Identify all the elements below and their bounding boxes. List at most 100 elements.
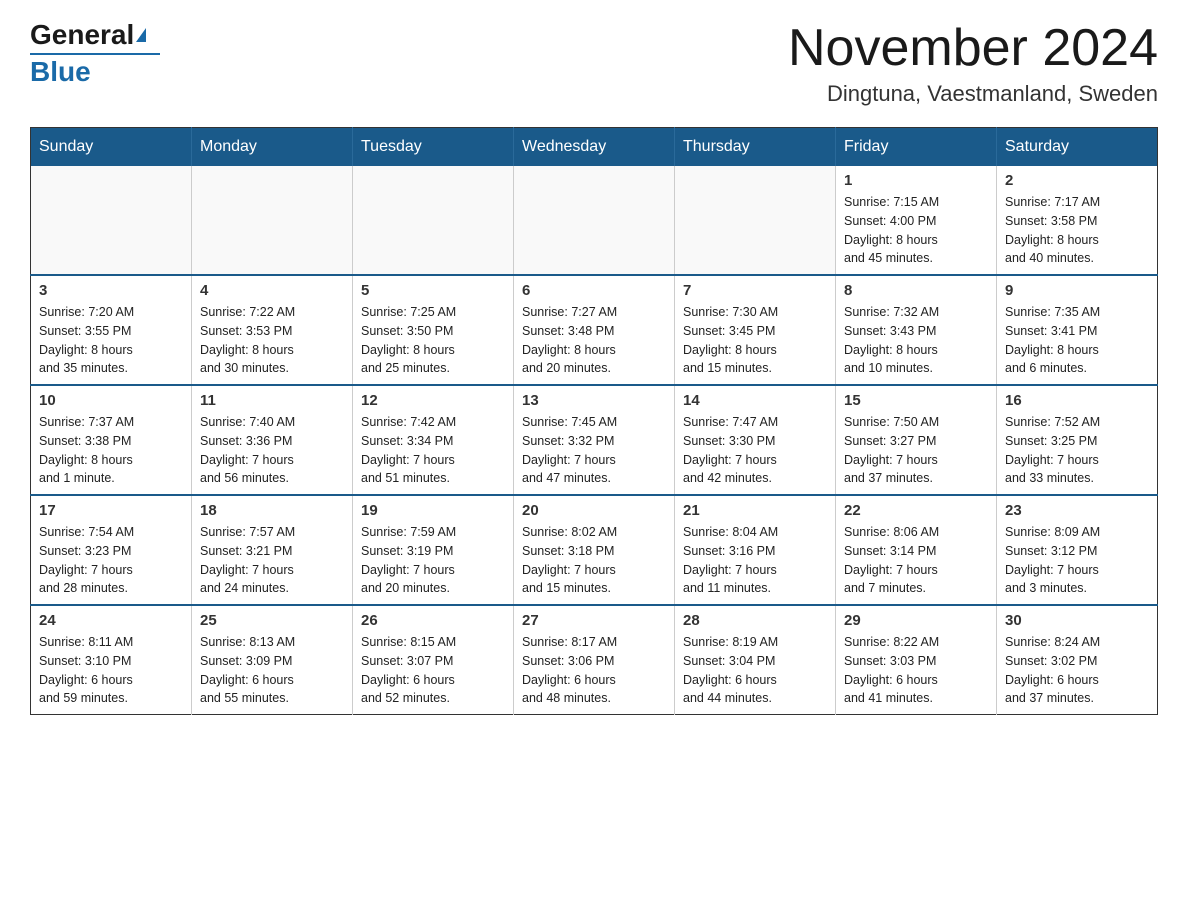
calendar-cell: 23 Sunrise: 8:09 AMSunset: 3:12 PMDayligh… (997, 495, 1158, 605)
day-info: Sunrise: 8:19 AMSunset: 3:04 PMDaylight:… (683, 633, 827, 708)
day-number: 18 (200, 502, 344, 519)
day-number: 8 (844, 282, 988, 299)
day-info: Sunrise: 7:47 AMSunset: 3:30 PMDaylight:… (683, 413, 827, 488)
day-number: 16 (1005, 392, 1149, 409)
day-info: Sunrise: 7:59 AMSunset: 3:19 PMDaylight:… (361, 523, 505, 598)
weekday-header-sunday: Sunday (31, 128, 192, 167)
calendar-cell: 5 Sunrise: 7:25 AMSunset: 3:50 PMDaylight… (353, 275, 514, 385)
day-number: 5 (361, 282, 505, 299)
calendar-cell (192, 166, 353, 275)
page-header: General Blue November 2024 Dingtuna, Vae… (30, 20, 1158, 107)
day-info: Sunrise: 7:37 AMSunset: 3:38 PMDaylight:… (39, 413, 183, 488)
logo-blue: Blue (30, 57, 91, 88)
calendar-cell: 27 Sunrise: 8:17 AMSunset: 3:06 PMDayligh… (514, 605, 675, 715)
weekday-header-saturday: Saturday (997, 128, 1158, 167)
day-number: 24 (39, 612, 183, 629)
day-number: 4 (200, 282, 344, 299)
day-info: Sunrise: 8:02 AMSunset: 3:18 PMDaylight:… (522, 523, 666, 598)
calendar-cell (31, 166, 192, 275)
calendar-week-1: 1 Sunrise: 7:15 AMSunset: 4:00 PMDaylight… (31, 166, 1158, 275)
day-number: 11 (200, 392, 344, 409)
calendar-cell: 13Sunrise: 7:45 AMSunset: 3:32 PMDayligh… (514, 385, 675, 495)
calendar-cell: 20 Sunrise: 8:02 AMSunset: 3:18 PMDayligh… (514, 495, 675, 605)
day-info: Sunrise: 8:17 AMSunset: 3:06 PMDaylight:… (522, 633, 666, 708)
calendar-cell: 28 Sunrise: 8:19 AMSunset: 3:04 PMDayligh… (675, 605, 836, 715)
day-number: 21 (683, 502, 827, 519)
weekday-header-monday: Monday (192, 128, 353, 167)
day-info: Sunrise: 7:50 AMSunset: 3:27 PMDaylight:… (844, 413, 988, 488)
day-info: Sunrise: 8:24 AMSunset: 3:02 PMDaylight:… (1005, 633, 1149, 708)
day-info: Sunrise: 7:15 AMSunset: 4:00 PMDaylight:… (844, 193, 988, 268)
day-info: Sunrise: 7:30 AMSunset: 3:45 PMDaylight:… (683, 303, 827, 378)
calendar-cell: 6 Sunrise: 7:27 AMSunset: 3:48 PMDaylight… (514, 275, 675, 385)
calendar-cell (353, 166, 514, 275)
day-number: 1 (844, 172, 988, 189)
calendar-cell: 29 Sunrise: 8:22 AMSunset: 3:03 PMDayligh… (836, 605, 997, 715)
weekday-header-friday: Friday (836, 128, 997, 167)
day-number: 26 (361, 612, 505, 629)
day-number: 20 (522, 502, 666, 519)
calendar-cell: 12Sunrise: 7:42 AMSunset: 3:34 PMDayligh… (353, 385, 514, 495)
day-number: 28 (683, 612, 827, 629)
logo-general: General (30, 20, 134, 51)
title-block: November 2024 Dingtuna, Vaestmanland, Sw… (788, 20, 1158, 107)
day-number: 2 (1005, 172, 1149, 189)
day-info: Sunrise: 7:54 AMSunset: 3:23 PMDaylight:… (39, 523, 183, 598)
logo-triangle-icon (136, 28, 146, 42)
calendar-cell: 7 Sunrise: 7:30 AMSunset: 3:45 PMDaylight… (675, 275, 836, 385)
calendar-cell: 1 Sunrise: 7:15 AMSunset: 4:00 PMDaylight… (836, 166, 997, 275)
day-number: 17 (39, 502, 183, 519)
day-number: 25 (200, 612, 344, 629)
calendar-cell: 3Sunrise: 7:20 AMSunset: 3:55 PMDaylight… (31, 275, 192, 385)
calendar-cell: 17 Sunrise: 7:54 AMSunset: 3:23 PMDayligh… (31, 495, 192, 605)
day-info: Sunrise: 7:25 AMSunset: 3:50 PMDaylight:… (361, 303, 505, 378)
calendar-cell: 30 Sunrise: 8:24 AMSunset: 3:02 PMDayligh… (997, 605, 1158, 715)
day-info: Sunrise: 8:15 AMSunset: 3:07 PMDaylight:… (361, 633, 505, 708)
day-info: Sunrise: 7:40 AMSunset: 3:36 PMDaylight:… (200, 413, 344, 488)
calendar-cell: 21Sunrise: 8:04 AMSunset: 3:16 PMDayligh… (675, 495, 836, 605)
calendar-week-2: 3Sunrise: 7:20 AMSunset: 3:55 PMDaylight… (31, 275, 1158, 385)
day-number: 13 (522, 392, 666, 409)
calendar-cell: 2Sunrise: 7:17 AMSunset: 3:58 PMDaylight… (997, 166, 1158, 275)
day-number: 22 (844, 502, 988, 519)
calendar-cell: 8Sunrise: 7:32 AMSunset: 3:43 PMDaylight… (836, 275, 997, 385)
day-number: 27 (522, 612, 666, 629)
day-info: Sunrise: 8:06 AMSunset: 3:14 PMDaylight:… (844, 523, 988, 598)
day-info: Sunrise: 7:22 AMSunset: 3:53 PMDaylight:… (200, 303, 344, 378)
calendar-cell (514, 166, 675, 275)
calendar-cell: 4 Sunrise: 7:22 AMSunset: 3:53 PMDaylight… (192, 275, 353, 385)
calendar-cell: 26 Sunrise: 8:15 AMSunset: 3:07 PMDayligh… (353, 605, 514, 715)
day-number: 6 (522, 282, 666, 299)
weekday-header-thursday: Thursday (675, 128, 836, 167)
day-number: 30 (1005, 612, 1149, 629)
day-info: Sunrise: 8:13 AMSunset: 3:09 PMDaylight:… (200, 633, 344, 708)
calendar-cell: 9Sunrise: 7:35 AMSunset: 3:41 PMDaylight… (997, 275, 1158, 385)
calendar-cell: 14 Sunrise: 7:47 AMSunset: 3:30 PMDayligh… (675, 385, 836, 495)
day-number: 3 (39, 282, 183, 299)
day-number: 23 (1005, 502, 1149, 519)
calendar-cell: 24 Sunrise: 8:11 AMSunset: 3:10 PMDayligh… (31, 605, 192, 715)
day-info: Sunrise: 7:27 AMSunset: 3:48 PMDaylight:… (522, 303, 666, 378)
calendar-week-5: 24 Sunrise: 8:11 AMSunset: 3:10 PMDayligh… (31, 605, 1158, 715)
calendar-cell: 18 Sunrise: 7:57 AMSunset: 3:21 PMDayligh… (192, 495, 353, 605)
calendar-cell: 16 Sunrise: 7:52 AMSunset: 3:25 PMDayligh… (997, 385, 1158, 495)
day-info: Sunrise: 7:52 AMSunset: 3:25 PMDaylight:… (1005, 413, 1149, 488)
weekday-header-wednesday: Wednesday (514, 128, 675, 167)
day-info: Sunrise: 7:57 AMSunset: 3:21 PMDaylight:… (200, 523, 344, 598)
calendar-cell: 15 Sunrise: 7:50 AMSunset: 3:27 PMDayligh… (836, 385, 997, 495)
calendar-week-3: 10Sunrise: 7:37 AMSunset: 3:38 PMDayligh… (31, 385, 1158, 495)
day-number: 15 (844, 392, 988, 409)
day-number: 7 (683, 282, 827, 299)
weekday-header-tuesday: Tuesday (353, 128, 514, 167)
day-info: Sunrise: 8:11 AMSunset: 3:10 PMDaylight:… (39, 633, 183, 708)
day-info: Sunrise: 8:22 AMSunset: 3:03 PMDaylight:… (844, 633, 988, 708)
day-info: Sunrise: 8:09 AMSunset: 3:12 PMDaylight:… (1005, 523, 1149, 598)
calendar-cell: 25 Sunrise: 8:13 AMSunset: 3:09 PMDayligh… (192, 605, 353, 715)
weekday-header-row: SundayMondayTuesdayWednesdayThursdayFrid… (31, 128, 1158, 167)
day-number: 14 (683, 392, 827, 409)
calendar-cell (675, 166, 836, 275)
day-number: 29 (844, 612, 988, 629)
day-number: 9 (1005, 282, 1149, 299)
calendar-cell: 10Sunrise: 7:37 AMSunset: 3:38 PMDayligh… (31, 385, 192, 495)
logo-line (30, 53, 160, 55)
